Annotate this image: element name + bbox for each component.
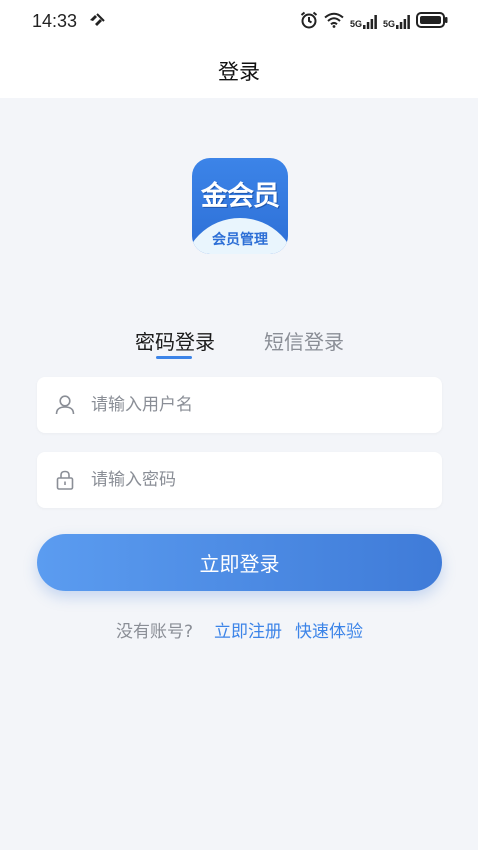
quick-trial-link[interactable]: 快速体验 [295, 617, 363, 642]
header: 登录 [0, 44, 478, 98]
login-tabs: 密码登录 短信登录 [0, 326, 478, 366]
alarm-icon [300, 11, 318, 33]
password-field[interactable] [37, 452, 442, 508]
wifi-icon [324, 12, 344, 32]
app-logo: 金会员 会员管理 [192, 158, 288, 254]
active-tab-indicator [156, 356, 192, 359]
lock-icon [53, 468, 77, 492]
logo-main-text: 金会员 [201, 181, 280, 212]
tab-sms-login[interactable]: 短信登录 [264, 326, 344, 355]
signal-5g-icon: 5G [350, 15, 377, 29]
username-input[interactable] [91, 377, 421, 433]
login-button[interactable]: 立即登录 [37, 534, 442, 591]
user-icon [53, 393, 77, 417]
vibrate-icon [88, 12, 106, 32]
status-icons: 5G 5G [300, 11, 448, 33]
no-account-text: 没有账号? [116, 622, 194, 642]
logo-sub-text: 会员管理 [212, 232, 268, 248]
account-links: 没有账号? 立即注册 快速体验 [0, 617, 478, 642]
network-label: 5G [349, 19, 362, 29]
tab-password-login[interactable]: 密码登录 [135, 326, 215, 355]
username-field[interactable] [37, 377, 442, 433]
status-bar: 14:33 5G 5G [0, 0, 478, 44]
page-title: 登录 [218, 60, 260, 84]
signal-5g-icon: 5G [383, 15, 410, 29]
battery-icon [416, 12, 448, 32]
password-input[interactable] [91, 452, 421, 508]
network-label: 5G [382, 19, 395, 29]
status-time: 14:33 [32, 11, 78, 31]
register-link[interactable]: 立即注册 [214, 617, 282, 642]
